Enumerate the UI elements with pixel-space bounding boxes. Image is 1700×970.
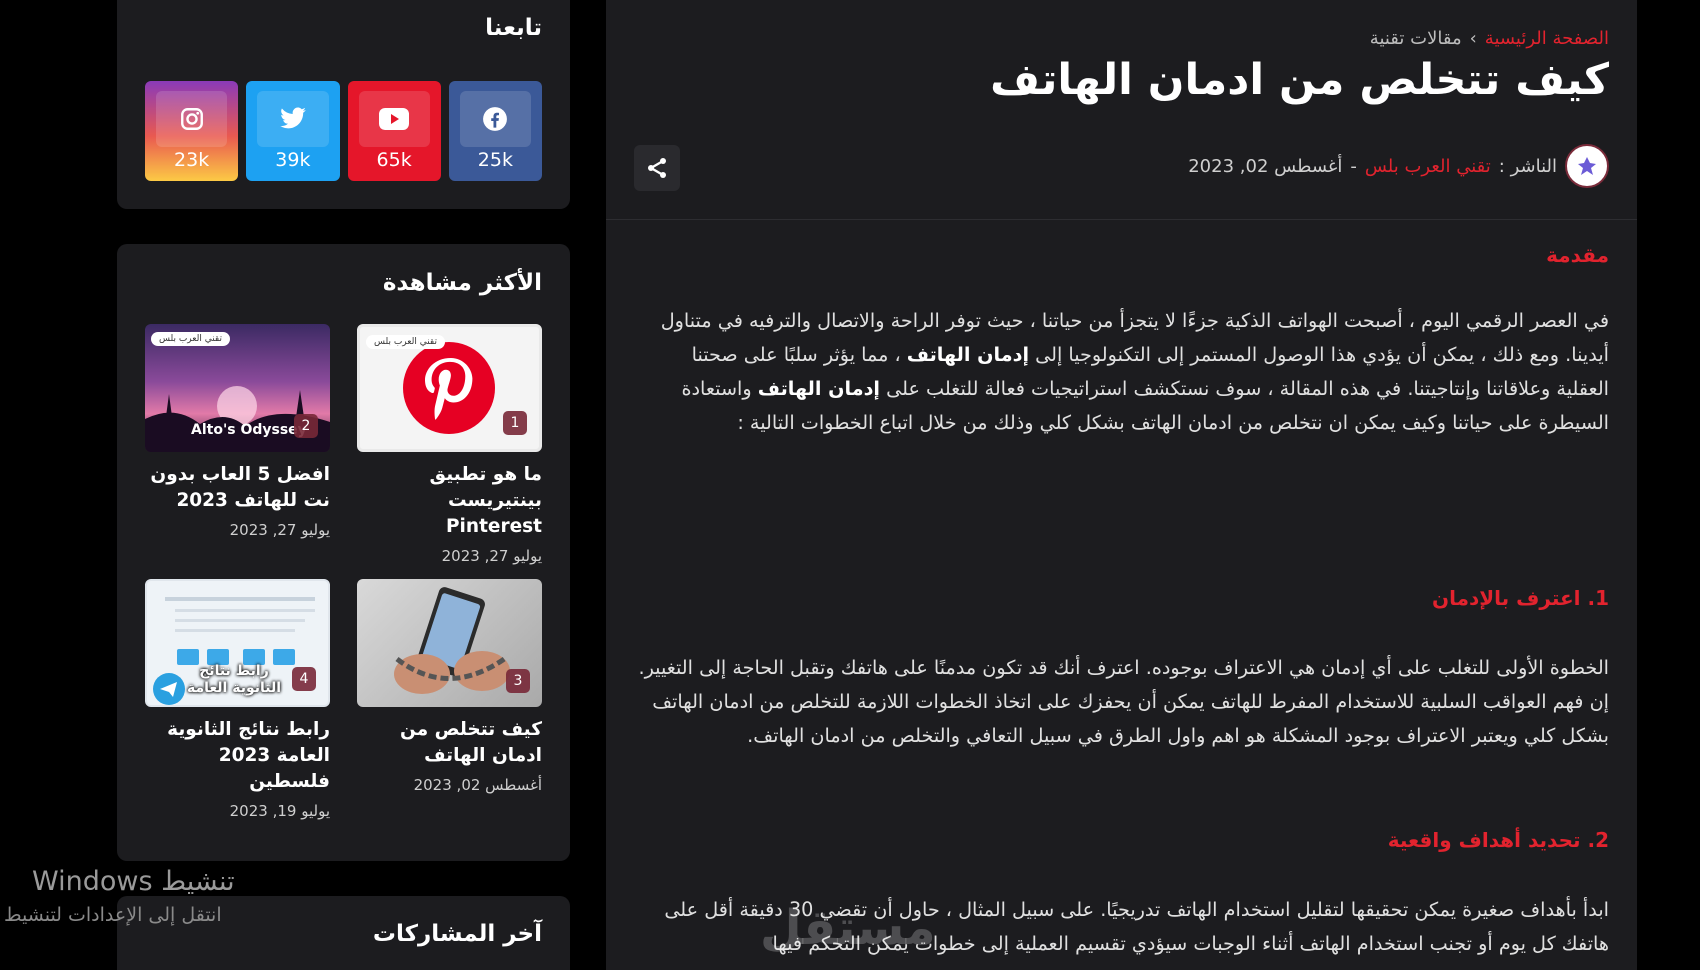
popular-item-title[interactable]: ما هو تطبيق بينتيريست Pinterest	[357, 462, 542, 540]
meta-dash: -	[1350, 155, 1357, 177]
facebook-count: 25k	[477, 149, 513, 171]
header-divider	[606, 219, 1637, 220]
youtube-link[interactable]: 65k	[347, 81, 441, 181]
watermark-logo: مستقل	[760, 900, 936, 956]
popular-thumb-results[interactable]: رابط نتائج الثانوية العامة 4	[145, 579, 330, 707]
popular-thumb-phone-chains[interactable]: 3	[357, 579, 542, 707]
popular-item-date: يوليو 27, 2023	[441, 547, 542, 565]
publisher-label: الناشر :	[1498, 155, 1557, 177]
popular-item-date: يوليو 27, 2023	[229, 521, 330, 539]
popular-item-date: يوليو 19, 2023	[229, 802, 330, 820]
popular-item[interactable]: 3 كيف تتخلص من ادمان الهاتف أغسطس 02, 20…	[357, 579, 542, 794]
share-icon	[648, 158, 666, 178]
brand-tag: تقني العرب بلس	[366, 335, 445, 349]
post-meta: الناشر : تقني العرب بلس - أغسطس 02, 2023	[1188, 144, 1609, 188]
popular-item-date: أغسطس 02, 2023	[413, 776, 542, 794]
intro-paragraph: في العصر الرقمي اليوم ، أصبحت الهواتف ال…	[660, 309, 1609, 434]
popular-widget: الأكثر مشاهدة تقني العرب بلس 1 ما هو تطب…	[117, 244, 570, 861]
popular-widget-title: الأكثر مشاهدة	[382, 270, 542, 296]
rank-badge: 2	[294, 414, 318, 438]
section-heading-2: 2. تحديد أهداف واقعية	[1387, 828, 1609, 852]
intro-heading: مقدمة	[1546, 243, 1609, 267]
post-date: أغسطس 02, 2023	[1188, 155, 1343, 177]
popular-item-title[interactable]: كيف تتخلص من ادمان الهاتف	[357, 717, 542, 769]
breadcrumb: الصفحة الرئيسية › مقالات تقنية	[1370, 28, 1609, 49]
youtube-icon	[358, 91, 430, 147]
thumb-caption: Alto's Odyssey	[191, 422, 307, 438]
instagram-link[interactable]: 23k	[145, 81, 239, 181]
share-button[interactable]	[634, 145, 680, 191]
popular-item[interactable]: رابط نتائج الثانوية العامة 4 رابط نتائج …	[145, 579, 330, 820]
twitter-count: 39k	[275, 149, 311, 171]
facebook-link[interactable]: 25k	[448, 81, 542, 181]
popular-item[interactable]: تقني العرب بلس Alto's Odyssey 2 افضل 5 ا…	[145, 324, 330, 539]
brand-tag: تقني العرب بلس	[151, 332, 230, 346]
instagram-count: 23k	[174, 149, 210, 171]
breadcrumb-separator-icon: ›	[1469, 28, 1477, 49]
twitter-icon	[257, 91, 329, 147]
thumb-caption: رابط نتائج الثانوية العامة	[186, 663, 282, 696]
popular-thumb-alto[interactable]: تقني العرب بلس Alto's Odyssey 2	[145, 324, 330, 452]
follow-widget-title: تابعنا	[485, 15, 542, 41]
twitter-link[interactable]: 39k	[246, 81, 340, 181]
breadcrumb-home-link[interactable]: الصفحة الرئيسية	[1485, 28, 1609, 49]
windows-activation-title: تنشيط Windows	[32, 866, 235, 897]
popular-thumb-pinterest[interactable]: تقني العرب بلس 1	[357, 324, 542, 452]
youtube-count: 65k	[376, 149, 412, 171]
breadcrumb-category-link[interactable]: مقالات تقنية	[1370, 28, 1462, 49]
popular-item[interactable]: تقني العرب بلس 1 ما هو تطبيق بينتيريست P…	[357, 324, 542, 565]
page-title: كيف تتخلص من ادمان الهاتف	[990, 55, 1609, 105]
windows-activation-subtitle: انتقل إلى الإعدادات لتنشيط	[4, 904, 222, 926]
popular-item-title[interactable]: رابط نتائج الثانوية العامة 2023 فلسطين	[145, 717, 330, 795]
article-panel: الصفحة الرئيسية › مقالات تقنية كيف تتخلص…	[606, 0, 1637, 970]
facebook-icon	[459, 91, 531, 147]
rank-badge: 4	[292, 667, 316, 691]
section-paragraph-1: الخطوة الأولى للتغلب على أي إدمان هي الا…	[638, 656, 1609, 747]
rank-badge: 1	[503, 411, 527, 435]
rank-badge: 3	[506, 669, 530, 693]
section-heading-1: 1. اعترف بالإدمان	[1432, 586, 1609, 610]
publisher-avatar[interactable]	[1565, 144, 1609, 188]
recent-posts-title: آخر المشاركات	[372, 921, 542, 947]
follow-widget: تابعنا 23k 39k 65k 25k	[117, 0, 570, 209]
instagram-icon	[156, 91, 228, 147]
social-links: 23k 39k 65k 25k	[145, 81, 542, 181]
popular-item-title[interactable]: افضل 5 العاب بدون نت للهاتف 2023	[145, 462, 330, 514]
publisher-link[interactable]: تقني العرب بلس	[1365, 156, 1491, 177]
